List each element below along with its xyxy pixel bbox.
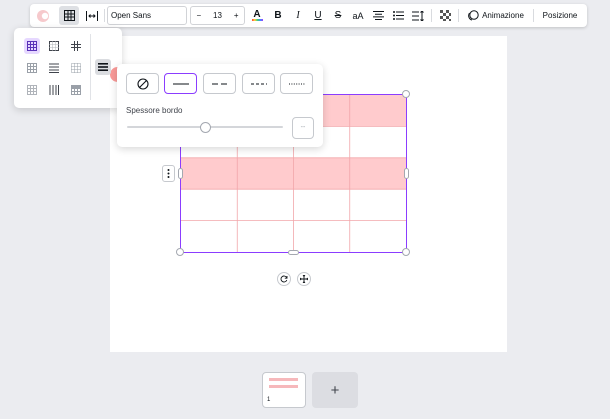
thumb-row (269, 385, 298, 388)
solid-line-icon (172, 83, 189, 84)
border-dotted-option[interactable] (280, 73, 313, 94)
align-center-icon (372, 11, 384, 20)
table-style-panel (14, 28, 125, 108)
animation-icon (468, 10, 479, 21)
letter-case-button[interactable]: aA (349, 6, 367, 25)
font-size-value[interactable]: 13 (207, 11, 229, 20)
color-swatch-icon (37, 9, 49, 22)
font-family-select[interactable]: Open Sans (107, 6, 187, 25)
transparency-icon (439, 10, 451, 21)
style-grid-dotted[interactable] (68, 60, 84, 76)
resize-handle-bottom-left[interactable] (176, 248, 184, 256)
rotate-icon (280, 275, 288, 283)
editor-toolbar: Open Sans − 13 + A B I U S aA Animazione… (30, 4, 587, 27)
style-grid-inner[interactable] (68, 38, 84, 54)
line-spacing-button[interactable] (409, 6, 427, 25)
text-color-bar (251, 19, 263, 21)
resize-handle-bottom-right[interactable] (402, 248, 410, 256)
text-color-button[interactable]: A (248, 6, 266, 25)
style-panel-divider (90, 34, 91, 100)
toolbar-divider (104, 9, 105, 22)
add-page-button[interactable]: + (312, 372, 358, 408)
border-weight-icon (98, 63, 108, 71)
dotted-line-icon (288, 83, 305, 84)
grid-all-icon (27, 41, 37, 51)
font-size-stepper[interactable]: − 13 + (190, 6, 245, 25)
style-grid-light[interactable] (24, 60, 40, 76)
style-grid-outer-dotted[interactable] (46, 38, 62, 54)
text-color-icon: A (253, 9, 261, 20)
color-swatch-button[interactable] (33, 6, 53, 25)
animation-button[interactable]: Animazione (463, 6, 529, 25)
resize-handle-bottom[interactable] (288, 250, 299, 255)
move-button[interactable] (297, 272, 311, 286)
grid-inner-icon (71, 41, 81, 51)
thumb-row (269, 378, 298, 381)
dashed-line-icon (211, 83, 228, 84)
strikethrough-button[interactable]: S (329, 6, 347, 25)
table-icon (63, 10, 75, 21)
border-solid-option[interactable] (164, 73, 197, 94)
position-button[interactable]: Posizione (538, 6, 582, 25)
short-dashed-line-icon (250, 83, 267, 84)
italic-button[interactable]: I (289, 6, 307, 25)
resize-handle-left[interactable] (178, 168, 183, 179)
resize-handle-top-right[interactable] (402, 90, 410, 98)
style-grid-all[interactable] (24, 38, 40, 54)
style-grid-horizontal[interactable] (46, 60, 62, 76)
table-style-button[interactable] (59, 6, 79, 25)
border-style-button[interactable] (95, 59, 111, 75)
border-none-option[interactable] (126, 73, 159, 94)
page-number: 1 (267, 397, 271, 403)
style-grid-header[interactable] (68, 82, 84, 98)
border-thickness-label: Spessore bordo (126, 106, 183, 115)
border-dashed-option[interactable] (203, 73, 236, 94)
animation-label: Animazione (482, 11, 524, 20)
grid-thin-icon (27, 85, 37, 95)
grid-vertical-icon (49, 85, 59, 95)
grid-dotted-icon (71, 63, 81, 73)
no-border-icon (136, 77, 149, 90)
font-size-decrease-button[interactable]: − (191, 11, 207, 20)
more-vertical-icon (167, 169, 170, 178)
style-grid-vertical[interactable] (46, 82, 62, 98)
grid-horizontal-icon (49, 63, 59, 73)
grid-header-icon (71, 85, 81, 95)
style-grid-thin[interactable] (24, 82, 40, 98)
border-thickness-slider[interactable] (199, 122, 211, 133)
list-button[interactable] (389, 6, 407, 25)
bold-button[interactable]: B (269, 6, 287, 25)
toolbar-divider (431, 9, 432, 22)
border-thickness-value[interactable]: -- (292, 117, 314, 139)
toolbar-divider (533, 9, 534, 22)
resize-handle-right[interactable] (404, 168, 409, 179)
font-size-increase-button[interactable]: + (228, 11, 244, 20)
grid-outer-icon (49, 41, 59, 51)
toolbar-divider (458, 9, 459, 22)
border-style-panel: Spessore bordo -- (117, 64, 323, 147)
underline-button[interactable]: U (309, 6, 327, 25)
list-icon (392, 11, 404, 20)
border-short-dashed-option[interactable] (242, 73, 275, 94)
spacing-icon (86, 10, 98, 21)
line-spacing-icon (412, 10, 424, 21)
align-button[interactable] (369, 6, 387, 25)
transparency-button[interactable] (436, 6, 454, 25)
row-options-button[interactable] (162, 165, 175, 182)
page-thumbnail[interactable]: 1 (262, 372, 306, 408)
grid-light-icon (27, 63, 37, 73)
cell-spacing-button[interactable] (82, 6, 102, 25)
move-icon (300, 275, 308, 283)
rotate-button[interactable] (277, 272, 291, 286)
